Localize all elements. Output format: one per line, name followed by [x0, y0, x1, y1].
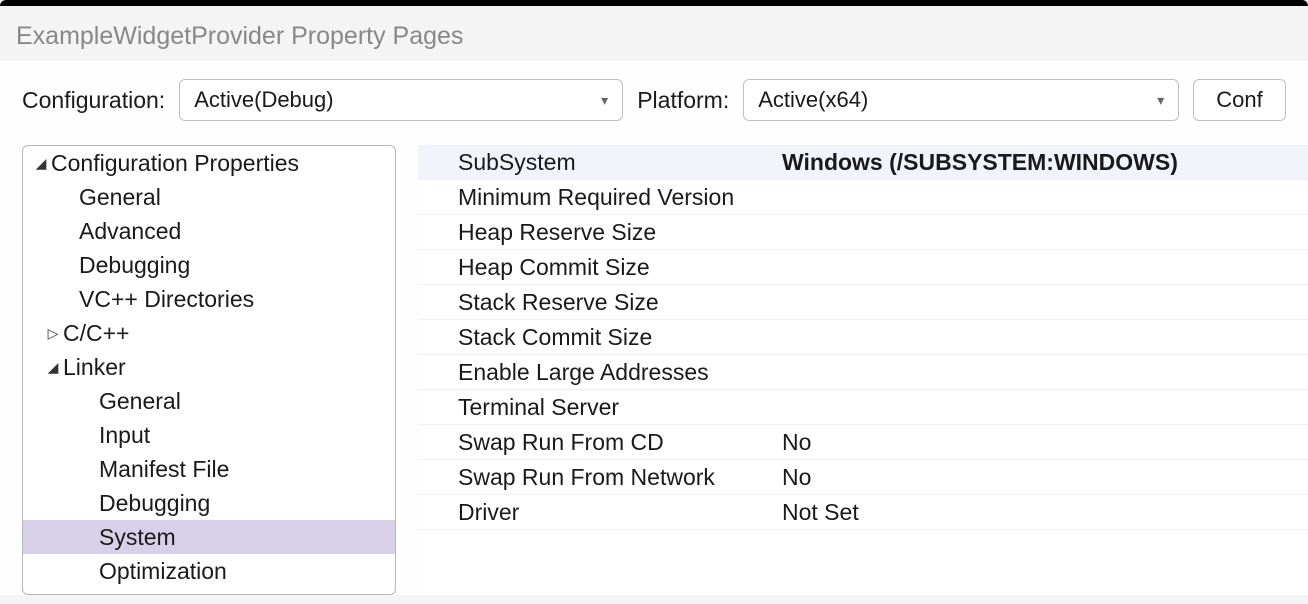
configuration-dropdown-value: Active(Debug)	[194, 87, 333, 113]
property-label: Heap Commit Size	[418, 254, 778, 281]
tree-node-linker-system[interactable]: ▸ System	[23, 520, 395, 554]
property-row[interactable]: Swap Run From NetworkNo	[418, 460, 1308, 495]
property-label: Minimum Required Version	[418, 184, 778, 211]
property-label: Enable Large Addresses	[418, 359, 778, 386]
property-label: Stack Commit Size	[418, 324, 778, 351]
tree-node-label: Advanced	[79, 218, 181, 245]
platform-dropdown-value: Active(x64)	[758, 87, 868, 113]
tree-node-linker-manifest[interactable]: ▸ Manifest File	[23, 452, 395, 486]
window-title: ExampleWidgetProvider Property Pages	[0, 6, 1308, 61]
configuration-manager-button-label: Conf	[1216, 87, 1262, 113]
property-value[interactable]: Not Set	[778, 499, 1308, 526]
property-label: Heap Reserve Size	[418, 219, 778, 246]
chevron-down-icon: ▾	[1157, 92, 1164, 109]
tree-node-label: System	[99, 524, 176, 551]
tree-node-debugging[interactable]: ▸ Debugging	[23, 248, 395, 282]
platform-dropdown[interactable]: Active(x64) ▾	[743, 79, 1179, 121]
property-grid: SubSystemWindows (/SUBSYSTEM:WINDOWS)Min…	[418, 145, 1308, 595]
property-row[interactable]: Stack Reserve Size	[418, 285, 1308, 320]
tree-node-linker-input[interactable]: ▸ Input	[23, 418, 395, 452]
property-value[interactable]: No	[778, 464, 1308, 491]
property-label: SubSystem	[418, 149, 778, 176]
property-row[interactable]: Stack Commit Size	[418, 320, 1308, 355]
tree-node-label: Configuration Properties	[51, 150, 299, 177]
tree-node-label: Input	[99, 422, 150, 449]
property-row[interactable]: Heap Reserve Size	[418, 215, 1308, 250]
property-value[interactable]: No	[778, 429, 1308, 456]
property-value[interactable]: Windows (/SUBSYSTEM:WINDOWS)	[778, 149, 1308, 176]
property-label: Swap Run From Network	[418, 464, 778, 491]
property-label: Terminal Server	[418, 394, 778, 421]
tree-node-general[interactable]: ▸ General	[23, 180, 395, 214]
property-row[interactable]: Heap Commit Size	[418, 250, 1308, 285]
platform-label: Platform:	[637, 87, 729, 114]
tree-node-label: Optimization	[99, 558, 227, 585]
tree-node-linker-general[interactable]: ▸ General	[23, 384, 395, 418]
property-label: Stack Reserve Size	[418, 289, 778, 316]
triangle-down-icon: ◢	[31, 155, 51, 172]
configuration-manager-button[interactable]: Conf	[1193, 79, 1285, 121]
tree-node-label: C/C++	[63, 320, 129, 347]
property-row[interactable]: Swap Run From CDNo	[418, 425, 1308, 460]
tree-node-label: Manifest File	[99, 456, 229, 483]
property-tree: ◢ Configuration Properties ▸ General ▸ A…	[22, 145, 396, 595]
tree-node-ccpp[interactable]: ▷ C/C++	[23, 316, 395, 350]
tree-node-label: VC++ Directories	[79, 286, 254, 313]
tree-node-configuration-properties[interactable]: ◢ Configuration Properties	[23, 146, 395, 180]
tree-node-advanced[interactable]: ▸ Advanced	[23, 214, 395, 248]
tree-node-label: Debugging	[79, 252, 190, 279]
triangle-down-icon: ◢	[43, 359, 63, 376]
property-row[interactable]: Enable Large Addresses	[418, 355, 1308, 390]
configuration-label: Configuration:	[22, 87, 165, 114]
property-row[interactable]: Minimum Required Version	[418, 180, 1308, 215]
configuration-dropdown[interactable]: Active(Debug) ▾	[179, 79, 623, 121]
tree-node-vc-directories[interactable]: ▸ VC++ Directories	[23, 282, 395, 316]
tree-node-linker-debugging[interactable]: ▸ Debugging	[23, 486, 395, 520]
property-row[interactable]: DriverNot Set	[418, 495, 1308, 530]
chevron-down-icon: ▾	[601, 92, 608, 109]
tree-node-label: General	[79, 184, 161, 211]
configuration-bar: Configuration: Active(Debug) ▾ Platform:…	[0, 61, 1308, 133]
tree-node-label: Debugging	[99, 490, 210, 517]
tree-node-label: General	[99, 388, 181, 415]
property-row[interactable]: Terminal Server	[418, 390, 1308, 425]
tree-node-linker[interactable]: ◢ Linker	[23, 350, 395, 384]
property-row[interactable]: SubSystemWindows (/SUBSYSTEM:WINDOWS)	[418, 145, 1308, 180]
triangle-right-icon: ▷	[43, 325, 63, 342]
property-label: Swap Run From CD	[418, 429, 778, 456]
tree-node-label: Linker	[63, 354, 126, 381]
tree-node-linker-optimization[interactable]: ▸ Optimization	[23, 554, 395, 588]
property-label: Driver	[418, 499, 778, 526]
